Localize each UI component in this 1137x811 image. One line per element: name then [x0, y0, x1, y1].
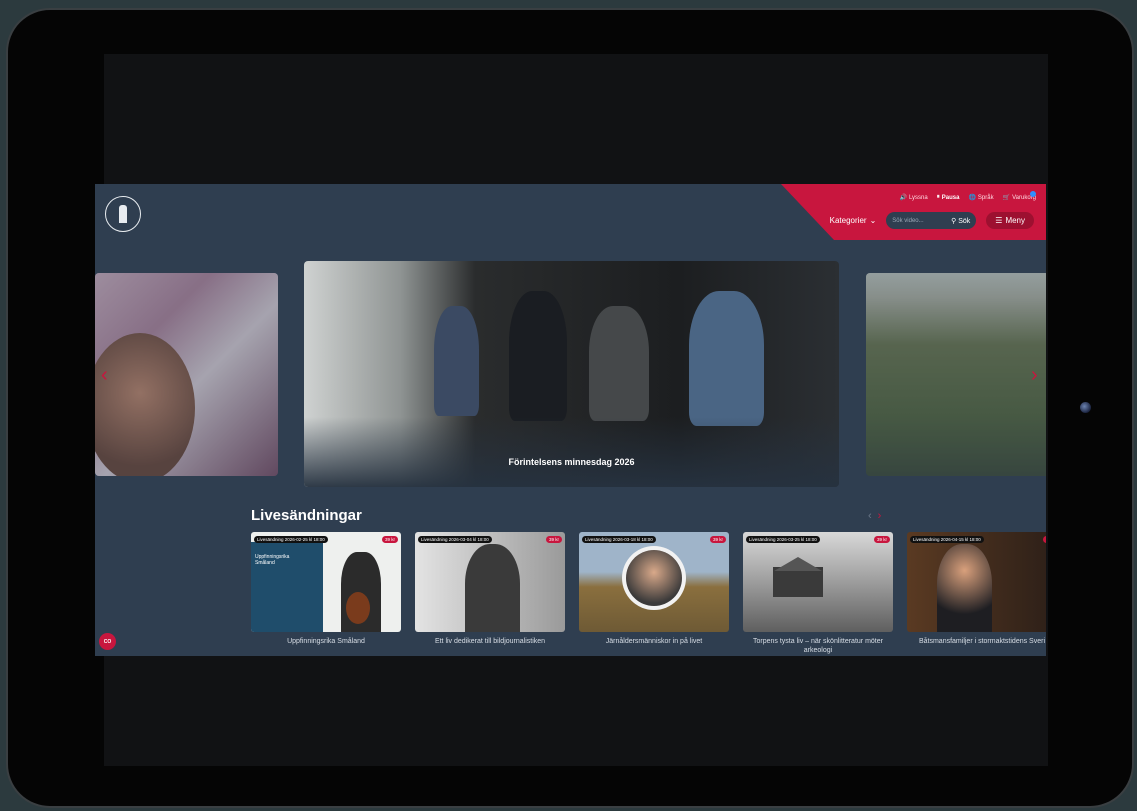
card-date-tag: Livesändning 2026-03-25 kl 18:00: [746, 536, 820, 543]
menu-button[interactable]: ☰ Meny: [986, 212, 1034, 229]
card-date-tag: Livesändning 2026-04-15 kl 18:00: [910, 536, 984, 543]
cart-badge: [1030, 191, 1036, 197]
card-price-badge: 39 kr: [709, 536, 726, 543]
carousel-slide-main[interactable]: Förintelsens minnesdag 2026: [304, 261, 839, 487]
camera-icon: [1080, 402, 1091, 413]
app-window: 🔊 Lyssna ⏸ Pausa 🌐 Språk 🛒 Varukorg Kategori…: [95, 184, 1046, 656]
slide-caption: Förintelsens minnesdag 2026: [508, 457, 635, 467]
carousel-slide-next[interactable]: [866, 273, 1046, 476]
cookie-settings-button[interactable]: CO: [99, 633, 116, 650]
card-title: Torpens tysta liv – när skönlitteratur m…: [753, 638, 883, 654]
speaker-avatar: [626, 550, 682, 606]
card-price-badge: 39 kr: [545, 536, 562, 543]
card-price-badge: 39 kr: [873, 536, 890, 543]
slide-image: [434, 306, 479, 416]
live-card[interactable]: Livesändning 2026-03-04 kl 18:00 39 kr E…: [415, 532, 565, 655]
card-date-tag: Livesändning 2026-02-25 kl 18:00: [254, 536, 328, 543]
card-thumbnail: Livesändning 2026-04-15 kl 18:00 39: [907, 532, 1046, 632]
carousel-next-arrow-icon[interactable]: ›: [1031, 364, 1038, 387]
card-date-tag: Livesändning 2026-03-18 kl 18:00: [582, 536, 656, 543]
card-date-tag: Livesändning 2026-03-04 kl 18:00: [418, 536, 492, 543]
card-title: Järnåldersmänniskor in på livet: [605, 638, 703, 645]
live-card[interactable]: Uppfinningsrika Småland Livesändning 202…: [251, 532, 401, 655]
live-card[interactable]: Livesändning 2026-04-15 kl 18:00 39 Båts…: [907, 532, 1046, 655]
carousel-slide-prev[interactable]: [95, 273, 278, 476]
search-input[interactable]: Sök video...: [892, 218, 923, 224]
listen-link[interactable]: 🔊 Lyssna: [899, 194, 927, 202]
carousel-prev-arrow-icon[interactable]: ‹: [101, 364, 108, 387]
chevron-down-icon: ⌄: [869, 216, 877, 225]
card-thumbnail: Uppfinningsrika Småland Livesändning 202…: [251, 532, 401, 632]
pause-link[interactable]: ⏸ Pausa: [937, 194, 960, 201]
pause-icon: ⏸: [936, 194, 940, 200]
speaker-icon: 🔊: [899, 195, 907, 201]
museum-logo-icon[interactable]: [105, 196, 141, 232]
live-cards-row: Uppfinningsrika Småland Livesändning 202…: [251, 532, 1046, 655]
cart-icon: 🛒: [1002, 195, 1011, 201]
card-title: Uppfinningsrika Småland: [287, 638, 365, 645]
search-field[interactable]: Sök video... ⚲ Sök: [886, 212, 977, 229]
search-icon: ⚲: [951, 217, 957, 225]
search-button[interactable]: ⚲ Sök: [951, 217, 970, 225]
globe-icon: 🌐: [968, 195, 976, 201]
section-next-icon[interactable]: ›: [878, 510, 882, 522]
card-thumbnail: Livesändning 2026-03-04 kl 18:00 39 kr: [415, 532, 565, 632]
language-link[interactable]: 🌐 Språk: [968, 194, 993, 202]
card-title: Båtsmansfamiljer i stormaktstidens Sveri: [918, 638, 1046, 645]
hamburger-icon: ☰: [995, 216, 1003, 225]
live-card[interactable]: Livesändning 2026-03-18 kl 18:00 39 kr J…: [579, 532, 729, 655]
live-card[interactable]: Livesändning 2026-03-25 kl 18:00 39 kr T…: [743, 532, 893, 655]
card-thumbnail: Livesändning 2026-03-25 kl 18:00 39 kr: [743, 532, 893, 632]
top-links: 🔊 Lyssna ⏸ Pausa 🌐 Språk 🛒 Varukorg: [899, 194, 1036, 201]
categories-dropdown[interactable]: Kategorier ⌄: [830, 216, 877, 225]
card-title: Ett liv dedikerat till bildjournalistike…: [434, 638, 546, 645]
nav-row: Kategorier ⌄ Sök video... ⚲ Sök ☰ Meny: [830, 212, 1034, 229]
section-prev-icon[interactable]: ‹: [868, 510, 872, 522]
section-arrows: ‹ ›: [868, 510, 881, 522]
card-price-badge: 39: [1042, 536, 1046, 543]
card-price-badge: 39 kr: [381, 536, 398, 543]
section-title: Livesändningar: [251, 507, 362, 524]
card-thumbnail: Livesändning 2026-03-18 kl 18:00 39 kr: [579, 532, 729, 632]
